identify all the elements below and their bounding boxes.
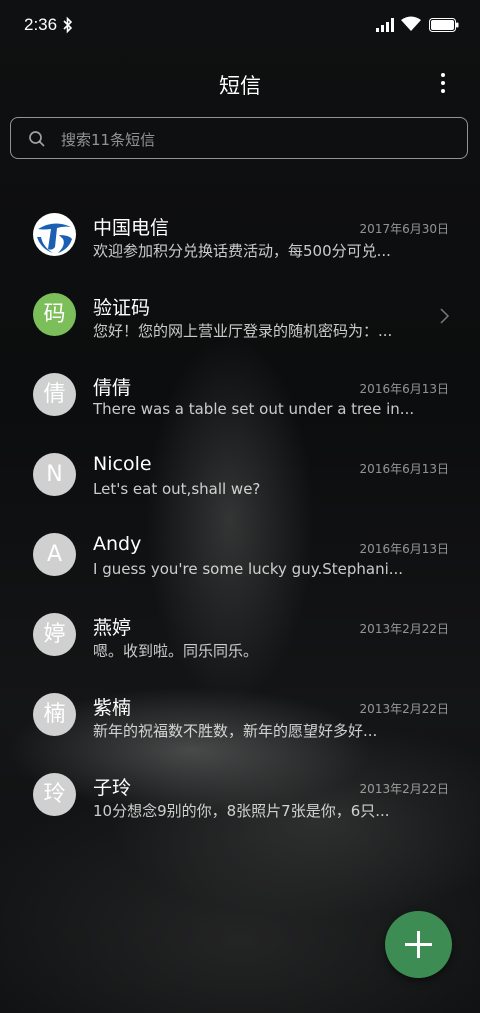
- search-placeholder: 搜索11条短信: [61, 131, 156, 149]
- message-date: 2017年6月30日: [359, 222, 449, 236]
- avatar: N: [33, 453, 76, 496]
- contact-name: 燕婷: [93, 617, 132, 639]
- search-input[interactable]: 搜索11条短信: [10, 117, 468, 159]
- status-time: 2:36: [24, 15, 58, 34]
- avatar: A: [33, 533, 76, 576]
- conversation-item[interactable]: 楠 紫楠 2013年2月22日 新年的祝福数不胜数，新年的愿望好多好...: [0, 675, 480, 755]
- wifi-icon: [401, 16, 421, 31]
- app-header: 短信: [0, 60, 480, 108]
- message-date: 2013年2月22日: [359, 702, 449, 716]
- contact-name: Andy: [93, 533, 142, 555]
- signal-icon: [376, 18, 394, 32]
- conversation-item[interactable]: 玲 子玲 2013年2月22日 10分想念9别的你，8张照片7张是你，6只...: [0, 755, 480, 835]
- conversation-item[interactable]: A Andy 2016年6月13日 I guess you're some lu…: [0, 515, 480, 595]
- chevron-right-icon: [440, 308, 450, 324]
- status-bar: 2:36: [0, 0, 480, 52]
- message-date: 2016年6月13日: [359, 542, 449, 556]
- message-preview: I guess you're some lucky guy.Stephani..…: [93, 560, 404, 578]
- message-date: 2016年6月13日: [359, 382, 449, 396]
- bluetooth-icon: [63, 16, 73, 34]
- message-preview: 新年的祝福数不胜数，新年的愿望好多好...: [93, 722, 378, 740]
- message-date: 2016年6月13日: [359, 462, 449, 476]
- message-date: 2013年2月22日: [359, 622, 449, 636]
- avatar: 玲: [33, 773, 76, 816]
- avatar: 倩: [33, 373, 76, 416]
- new-message-button[interactable]: [385, 911, 452, 978]
- contact-name: 验证码: [93, 297, 151, 319]
- more-vertical-icon[interactable]: [432, 70, 454, 96]
- message-preview: 您好！您的网上营业厅登录的随机密码为：...: [93, 322, 393, 340]
- contact-name: Nicole: [93, 453, 152, 475]
- plus-icon: [405, 931, 432, 958]
- avatar: 码: [33, 293, 76, 336]
- battery-icon: [429, 18, 459, 32]
- message-preview: Let's eat out,shall we?: [93, 480, 261, 498]
- conversation-item[interactable]: N Nicole 2016年6月13日 Let's eat out,shall …: [0, 435, 480, 515]
- avatar: 楠: [33, 693, 76, 736]
- conversation-item[interactable]: 码 验证码 您好！您的网上营业厅登录的随机密码为：...: [0, 275, 480, 355]
- conversation-item[interactable]: 倩 倩倩 2016年6月13日 There was a table set ou…: [0, 355, 480, 435]
- conversation-item[interactable]: 中国电信 2017年6月30日 欢迎参加积分兑换话费活动，每500分可兑...: [0, 195, 480, 275]
- conversation-list: 中国电信 2017年6月30日 欢迎参加积分兑换话费活动，每500分可兑... …: [0, 195, 480, 835]
- conversation-item[interactable]: 婷 燕婷 2013年2月22日 嗯。收到啦。同乐同乐。: [0, 595, 480, 675]
- contact-name: 紫楠: [93, 697, 132, 719]
- message-preview: 嗯。收到啦。同乐同乐。: [93, 642, 259, 660]
- search-icon: [29, 131, 45, 147]
- avatar: 婷: [33, 613, 76, 656]
- contact-name: 中国电信: [93, 217, 170, 239]
- page-title: 短信: [219, 74, 261, 98]
- message-date: 2013年2月22日: [359, 782, 449, 796]
- contact-name: 倩倩: [93, 377, 132, 399]
- contact-name: 子玲: [93, 777, 132, 799]
- message-preview: There was a table set out under a tree i…: [93, 400, 413, 418]
- china-telecom-logo-icon: [33, 213, 76, 256]
- message-preview: 10分想念9别的你，8张照片7张是你，6只...: [93, 802, 390, 820]
- message-preview: 欢迎参加积分兑换话费活动，每500分可兑...: [93, 242, 391, 260]
- avatar: [33, 213, 76, 256]
